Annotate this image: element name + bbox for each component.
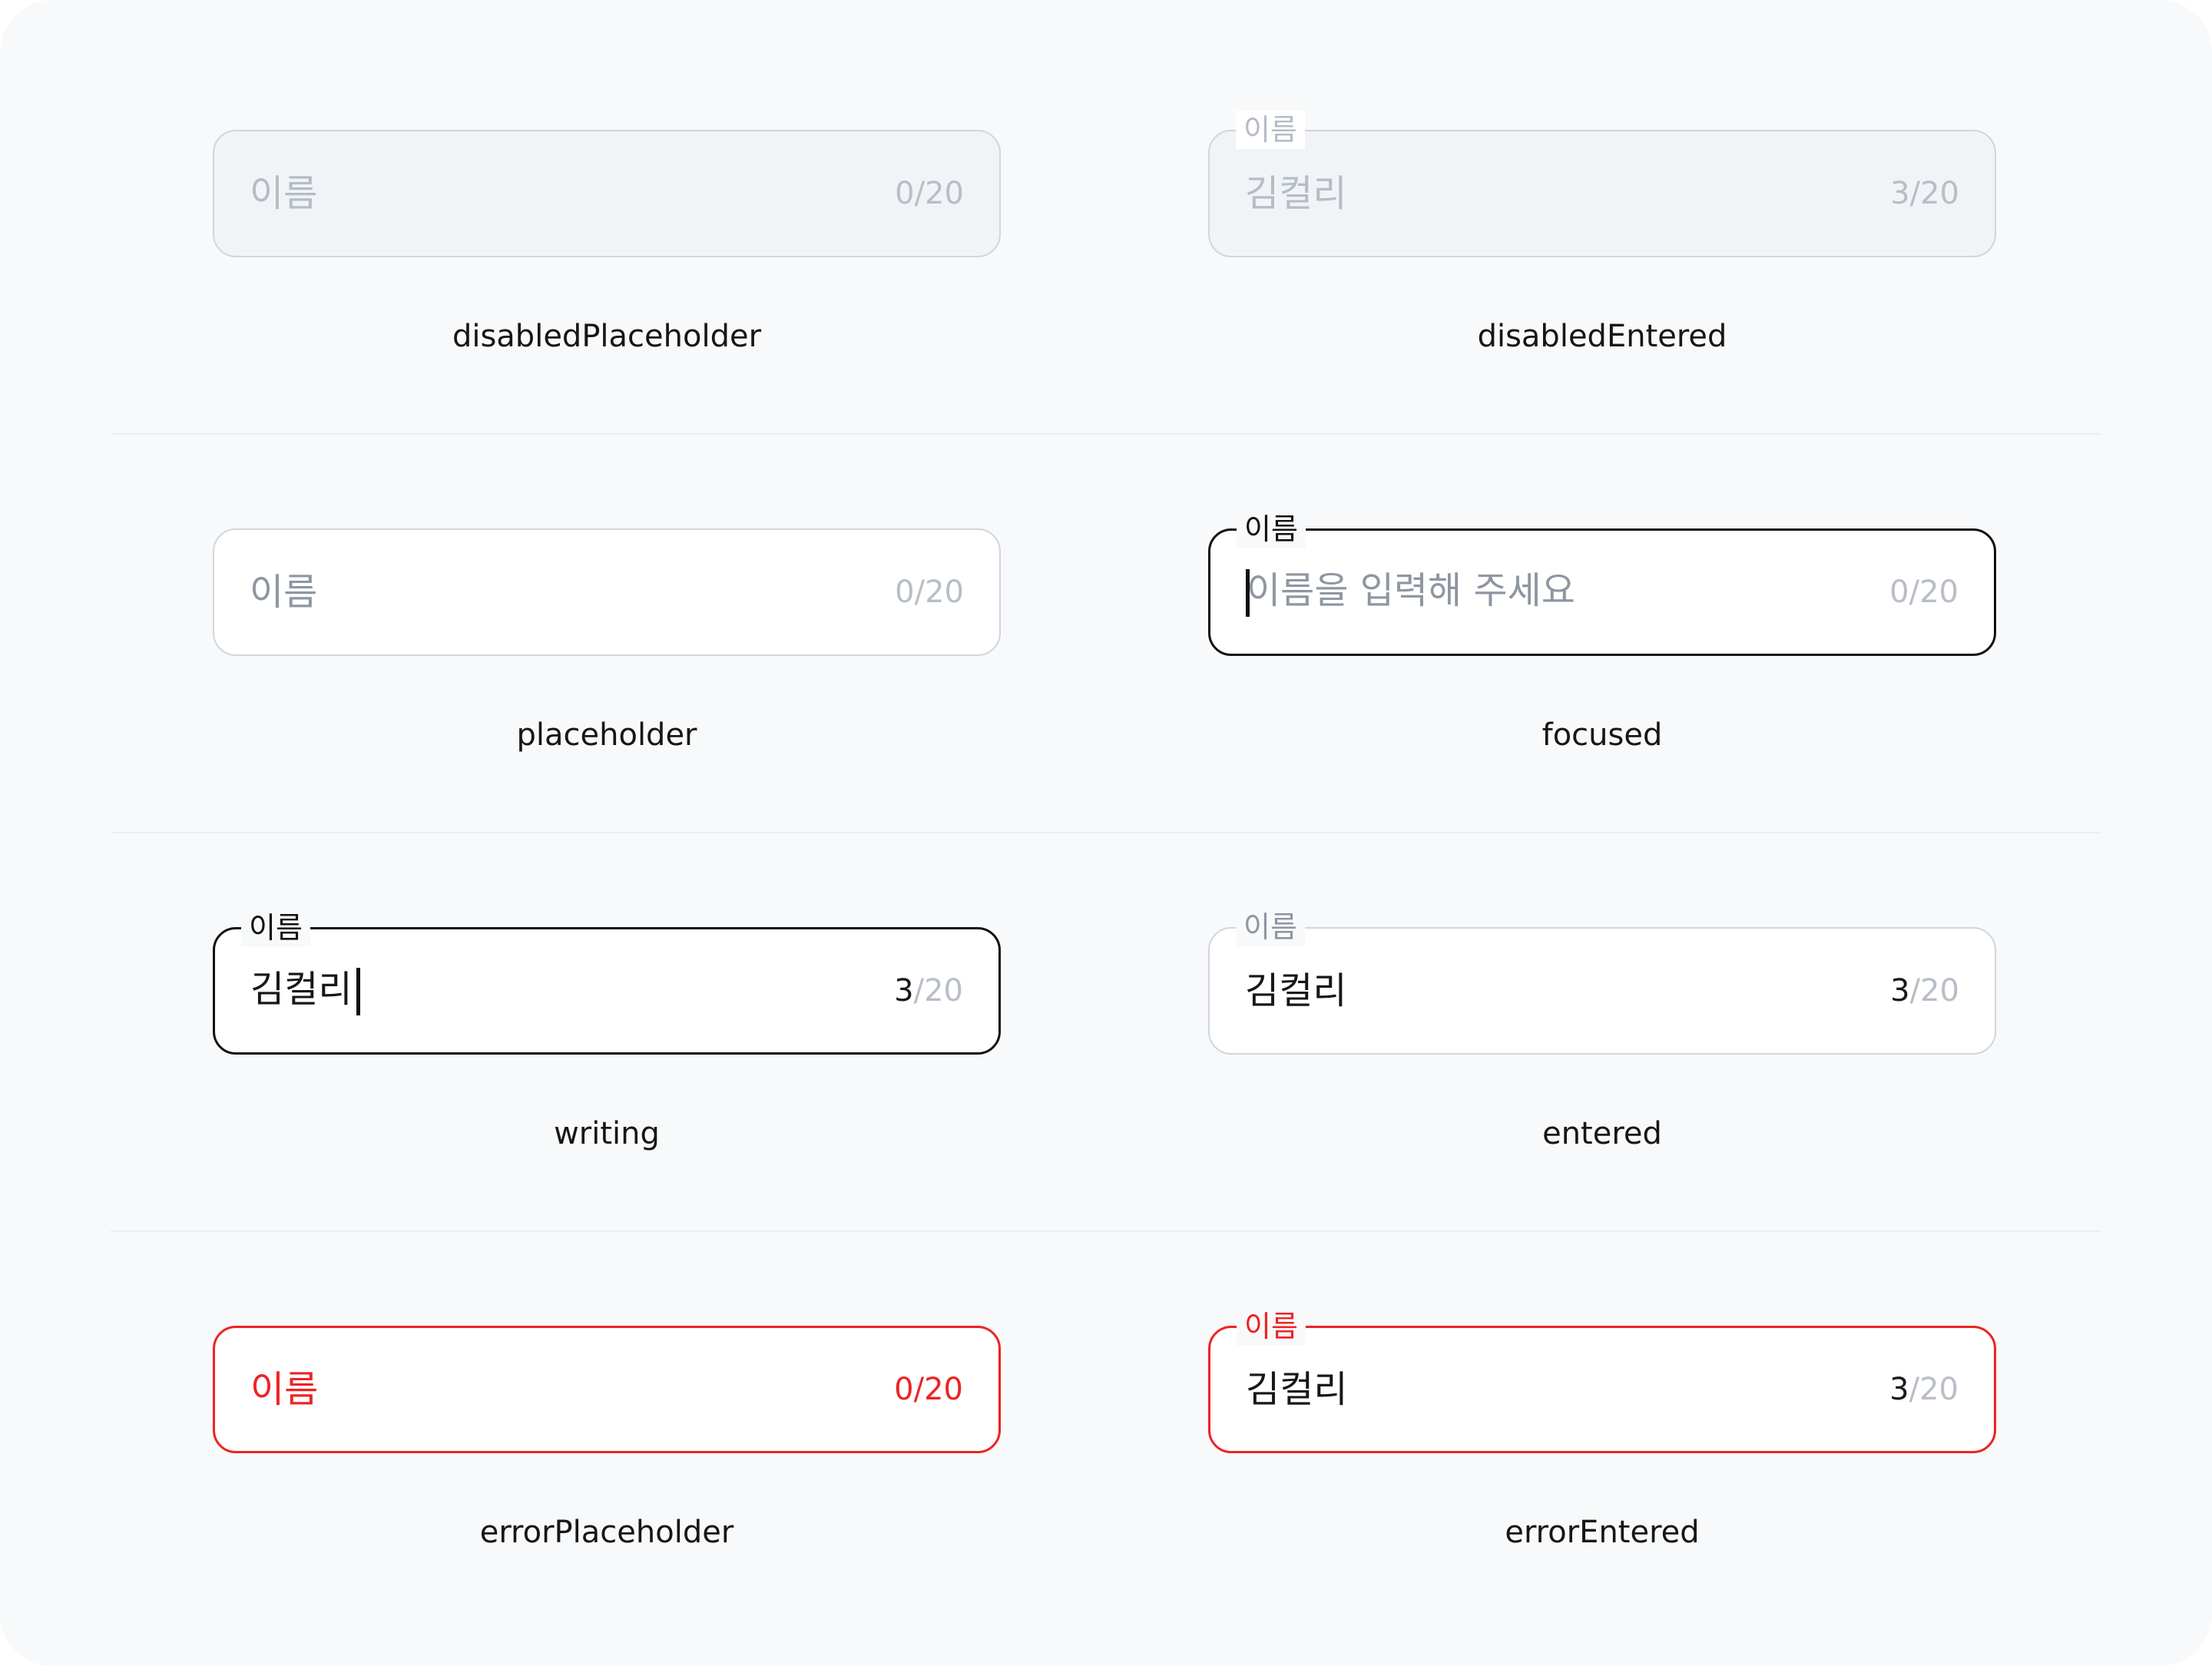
counter-current: 0 [895,575,915,610]
counter-current: 3 [894,973,914,1009]
counter-max: /20 [914,575,964,610]
character-counter: 3/20 [1889,1370,1959,1409]
state-caption: placeholder [516,717,697,753]
name-input-focused[interactable]: 이름 이름을 입력해 주세요 0/20 [1208,510,1996,656]
counter-max: /20 [913,1372,963,1407]
floating-label: 이름 [1237,1307,1306,1346]
counter-current: 0 [1889,575,1909,610]
name-input-placeholder[interactable]: 이름 0/20 [213,528,1001,656]
counter-max: /20 [1909,1372,1959,1407]
input-value: 김컬리 [1245,969,1347,1012]
counter-current: 3 [1889,1372,1909,1407]
state-caption: writing [554,1116,660,1151]
state-caption: disabledPlaceholder [452,319,762,354]
character-counter: 0/20 [895,174,964,213]
input-value: 김컬리 [1246,1368,1348,1411]
counter-max: /20 [1909,973,1959,1009]
counter-max: /20 [1909,575,1959,610]
name-input-error-entered[interactable]: 이름 김컬리 3/20 [1208,1307,1996,1453]
input-placeholder-text: 이름 [250,1368,319,1411]
row-divider [111,1230,2101,1232]
name-input-disabled-placeholder: 이름 0/20 [213,130,1001,257]
input-placeholder-text: 이름 [250,571,318,614]
counter-current: 3 [1890,973,1910,1009]
counter-current: 0 [895,176,915,211]
floating-label: 이름 [1237,510,1306,548]
character-counter: 3/20 [1890,174,1959,213]
name-input-disabled-entered: 이름 김컬리 3/20 [1208,111,1996,257]
placeholder-text: 이름을 입력해 주세요 [1247,569,1575,612]
character-counter: 0/20 [894,1370,963,1409]
text-caret [356,968,361,1015]
counter-max: /20 [913,973,963,1009]
state-caption: entered [1542,1116,1662,1151]
state-caption: errorPlaceholder [479,1515,734,1550]
counter-max: /20 [914,176,964,211]
state-board: 이름 0/20 disabledPlaceholder 이름 김컬리 3/20 … [0,0,2212,1666]
input-value: 김컬리 [250,966,361,1015]
counter-max: /20 [1909,176,1959,211]
floating-label: 이름 [1236,111,1305,149]
input-placeholder-text: 이름 [250,172,318,215]
floating-label: 이름 [1236,908,1305,946]
counter-current: 3 [1890,176,1910,211]
character-counter: 0/20 [895,573,964,611]
state-caption: focused [1541,717,1663,753]
name-input-writing[interactable]: 이름 김컬리 3/20 [213,909,1001,1055]
floating-label: 이름 [241,909,310,947]
counter-current: 0 [894,1372,914,1407]
row-divider [111,832,2101,833]
name-input-entered[interactable]: 이름 김컬리 3/20 [1208,908,1996,1055]
name-input-error-placeholder[interactable]: 이름 0/20 [213,1326,1001,1453]
typed-text: 김컬리 [250,968,353,1011]
row-divider [111,433,2101,435]
character-counter: 3/20 [1890,972,1959,1010]
character-counter: 0/20 [1889,573,1959,611]
state-caption: errorEntered [1505,1515,1700,1550]
input-value: 김컬리 [1245,172,1347,215]
state-caption: disabledEntered [1477,319,1727,354]
character-counter: 3/20 [894,972,963,1010]
input-placeholder-text: 이름을 입력해 주세요 [1246,568,1575,617]
